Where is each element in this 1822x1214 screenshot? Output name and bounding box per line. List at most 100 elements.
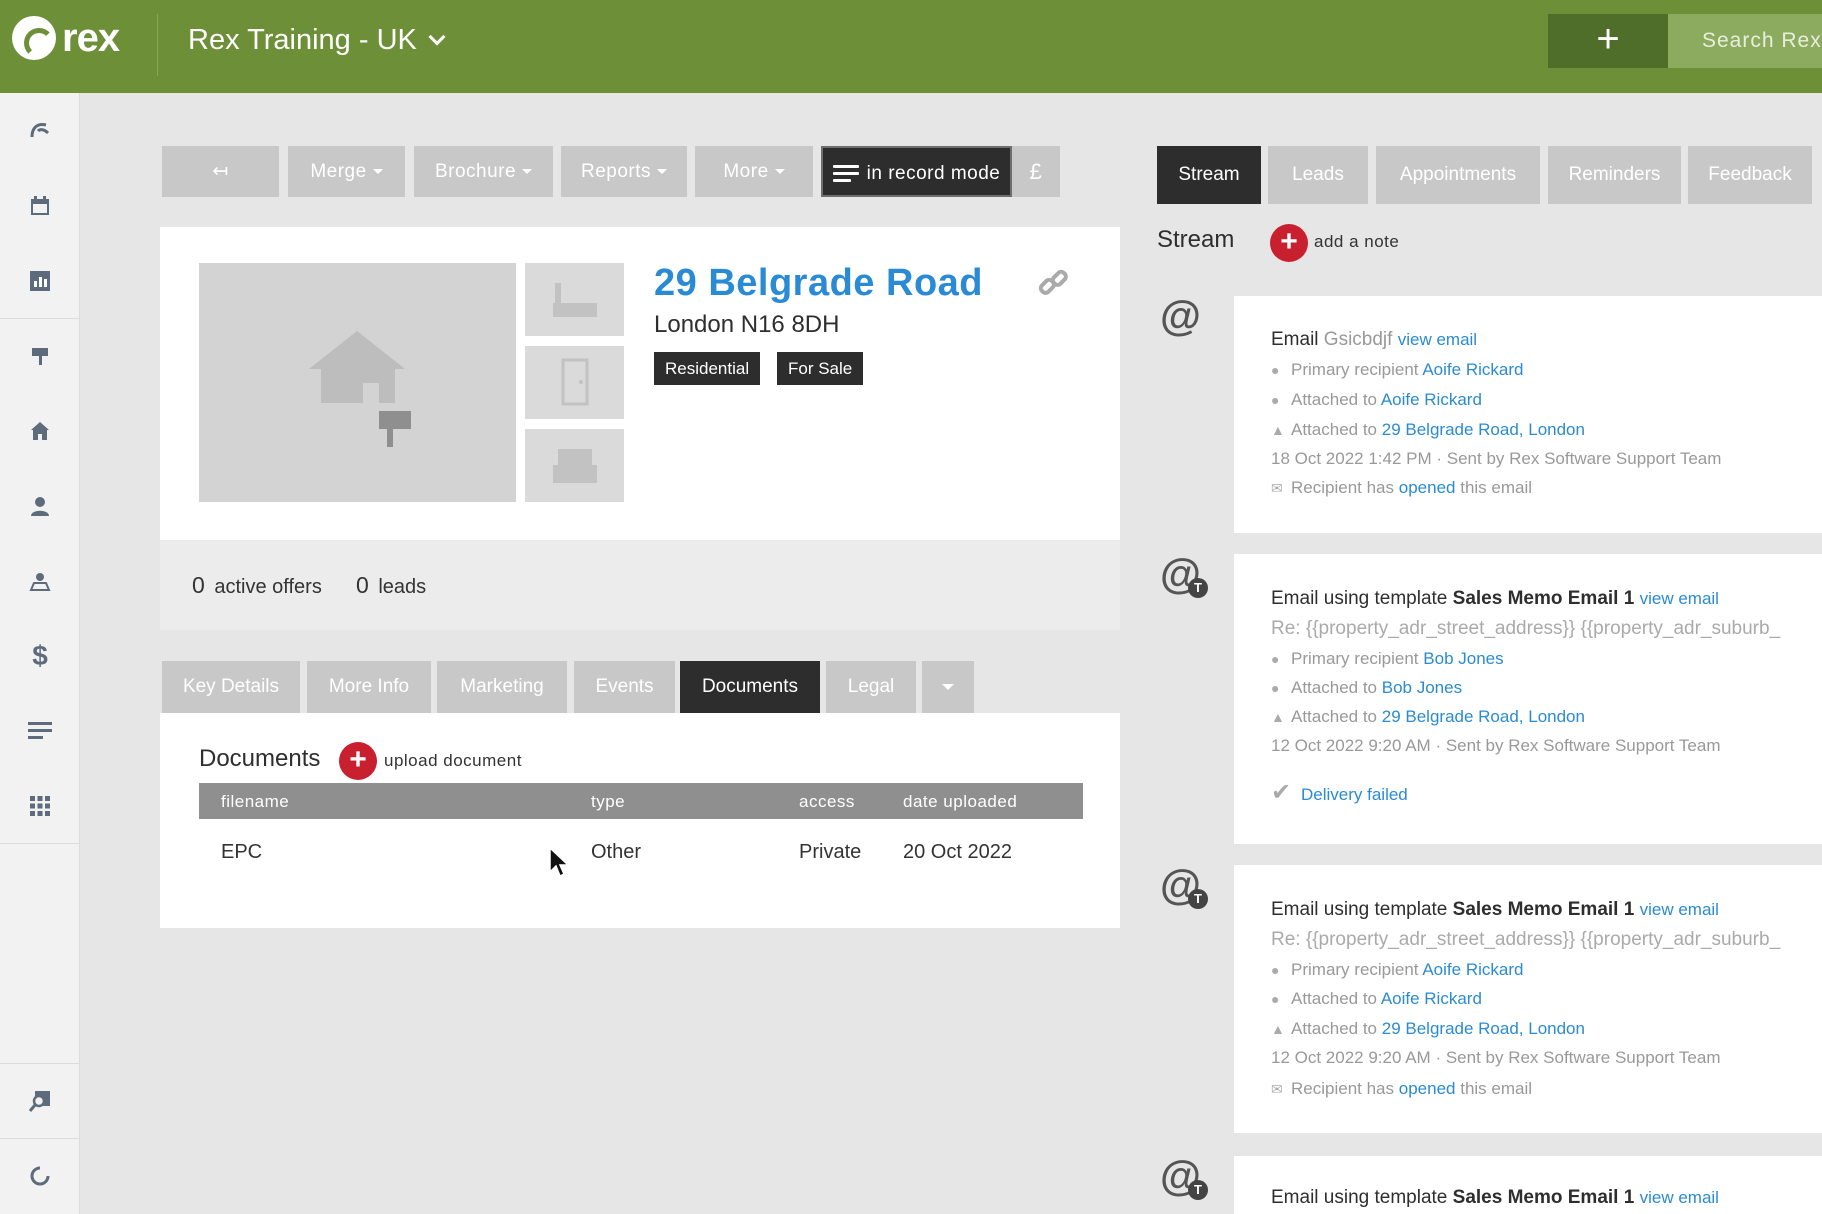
refresh-icon[interactable] [0,1138,80,1213]
entry-meta: 18 Oct 2022 1:42 PM · Sent by Rex Softwa… [1271,449,1722,468]
tab-appointments[interactable]: Appointments [1376,146,1540,204]
add-note-link[interactable]: add a note [1314,230,1399,254]
add-button[interactable]: + [1548,14,1668,68]
check-icon: ✔ [1271,779,1292,806]
tab-marketing[interactable]: Marketing [437,661,567,713]
house-sign-icon [309,331,411,447]
view-email-link[interactable]: view email [1640,589,1719,608]
leads-stat[interactable]: 0 leads [356,572,426,600]
upload-document-link[interactable]: upload document [384,749,522,773]
bathroom-thumb[interactable] [525,263,624,336]
primary-recipient-link[interactable]: Bob Jones [1423,649,1503,668]
tag-for-sale: For Sale [777,352,864,385]
caret-down-icon [372,169,383,175]
search-input[interactable]: Search Rex [1668,14,1822,68]
cell-filename[interactable]: EPC [221,838,262,866]
primary-recipient-link[interactable]: Aoife Rickard [1422,360,1523,379]
attached-contact-link[interactable]: Aoife Rickard [1381,390,1482,409]
attached-property-link[interactable]: 29 Belgrade Road, London [1382,707,1585,726]
listings-sign-icon[interactable] [0,318,80,393]
upload-document-plus-icon[interactable]: + [339,742,377,780]
tab-leads[interactable]: Leads [1268,146,1368,204]
view-email-link[interactable]: view email [1640,1188,1719,1207]
primary-recipient-line: ● Primary recipient Aoife Rickard [1271,358,1523,382]
entry-type: Email using template [1271,899,1448,920]
attached-property-link[interactable]: 29 Belgrade Road, London [1382,1019,1585,1038]
search-records-icon[interactable] [0,1063,80,1138]
chevron-down-icon [428,28,446,46]
owners-map-person-icon[interactable] [0,543,80,618]
envelope-open-icon: ✉ [1271,1081,1283,1097]
back-button[interactable]: ↤ [162,146,279,197]
opened-link[interactable]: opened [1399,1079,1456,1098]
view-email-link[interactable]: view email [1640,900,1719,919]
attached-label: Attached to [1291,390,1378,409]
entry-heading: Email Gsicbdjf view email [1271,327,1477,353]
opened-status-line: ✉ Recipient has opened this email [1271,476,1532,500]
delivery-failed-link[interactable]: Delivery failed [1301,785,1408,804]
offers-count: 0 [192,572,205,598]
active-offers-stat[interactable]: 0 active offers [192,572,322,600]
pound-button[interactable]: £ [1012,146,1060,197]
entry-type: Email using template [1271,1187,1448,1208]
tab-events[interactable]: Events [574,661,675,713]
calendar-icon[interactable] [0,168,80,243]
primary-label: Primary recipient [1291,649,1419,668]
link-icon[interactable] [1036,266,1070,308]
tabs-overflow-button[interactable] [922,661,974,713]
tab-more-info[interactable]: More Info [307,661,431,713]
back-arrow-icon: ↤ [212,161,229,182]
tab-reminders[interactable]: Reminders [1548,146,1681,204]
house-icon: ▲ [1271,709,1285,725]
person-icon: ● [1271,962,1280,978]
apps-grid-icon[interactable] [0,768,80,843]
col-access[interactable]: access [799,791,855,813]
rex-home-icon[interactable] [0,93,80,168]
merge-button[interactable]: Merge [288,146,405,197]
attached-contact-link[interactable]: Aoife Rickard [1381,989,1482,1008]
contacts-person-icon[interactable] [0,468,80,543]
opened-link[interactable]: opened [1399,478,1456,497]
chair-thumb[interactable] [525,429,624,502]
more-button[interactable]: More [695,146,813,197]
tab-feedback[interactable]: Feedback [1688,146,1812,204]
attached-contact-line: ● Attached to Aoife Rickard [1271,388,1482,412]
email-template-icon: @ T [1160,1155,1208,1200]
add-note-plus-icon[interactable]: + [1270,224,1308,262]
tab-stream[interactable]: Stream [1157,146,1261,204]
tag-residential: Residential [654,352,761,385]
account-switcher[interactable]: Rex Training - UK [188,20,446,60]
attached-contact-link[interactable]: Bob Jones [1382,678,1462,697]
person-icon: ● [1271,651,1280,667]
house-icon: ▲ [1271,1021,1285,1037]
merge-label: Merge [310,161,367,182]
col-date-uploaded[interactable]: date uploaded [903,791,1017,813]
reports-icon[interactable] [0,243,80,318]
attached-property-link[interactable]: 29 Belgrade Road, London [1382,420,1585,439]
door-thumb[interactable] [525,346,624,419]
primary-recipient-link[interactable]: Aoife Rickard [1422,960,1523,979]
col-filename[interactable]: filename [221,791,289,813]
tab-key-details[interactable]: Key Details [162,661,300,713]
rex-logo[interactable]: rex [12,16,120,60]
reports-button[interactable]: Reports [561,146,687,197]
caret-down-icon [657,169,668,175]
brochure-button[interactable]: Brochure [414,146,553,197]
stream-title: Stream [1157,226,1235,253]
property-photo-placeholder[interactable] [199,263,516,502]
col-type[interactable]: type [591,791,625,813]
caret-down-icon [942,683,954,690]
properties-house-icon[interactable] [0,393,80,468]
record-mode-button[interactable]: in record mode [821,146,1012,197]
finance-dollar-icon[interactable]: $ [0,618,80,693]
tab-documents[interactable]: Documents [680,661,820,713]
entry-heading: Email using template Sales Memo Email 1 … [1271,1185,1719,1211]
person-icon: ● [1271,362,1280,378]
view-email-link[interactable]: view email [1398,330,1477,349]
primary-label: Primary recipient [1291,960,1419,979]
property-title[interactable]: 29 Belgrade Road [654,258,983,308]
tab-legal[interactable]: Legal [826,661,916,713]
leads-label: leads [378,576,427,598]
attached-label: Attached to [1291,1019,1378,1038]
lists-icon[interactable] [0,693,80,768]
